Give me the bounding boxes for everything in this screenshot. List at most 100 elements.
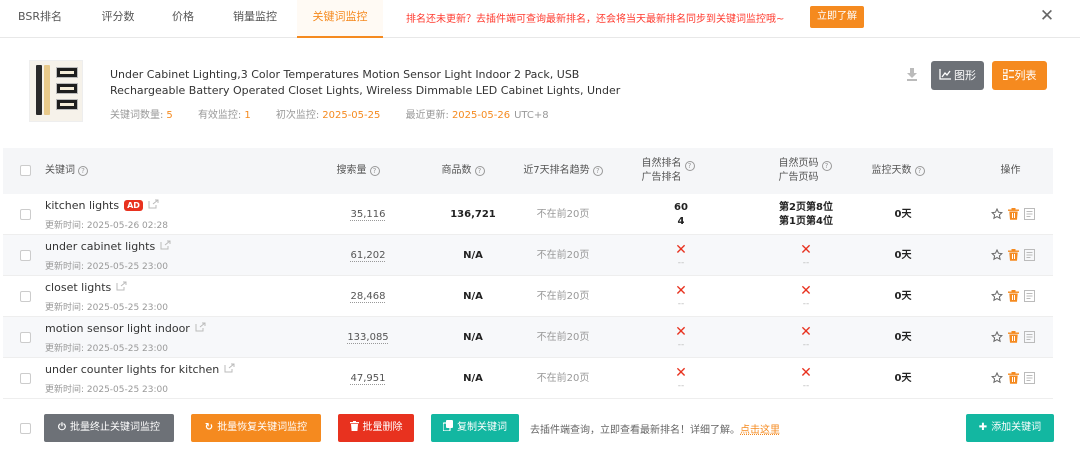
row-actions bbox=[991, 208, 1035, 220]
help-icon[interactable]: ? bbox=[684, 161, 695, 171]
product-count: N/A bbox=[463, 331, 483, 343]
search-volume[interactable]: 35,116 bbox=[351, 208, 386, 222]
external-link-icon[interactable] bbox=[148, 199, 159, 209]
footer-select-all-checkbox[interactable] bbox=[20, 423, 31, 434]
rank-cell: ✕ -- bbox=[631, 276, 731, 317]
note-icon[interactable] bbox=[1024, 290, 1035, 302]
help-icon[interactable]: ? bbox=[78, 166, 88, 176]
copy-keywords-button[interactable]: 复制关键词 bbox=[431, 414, 519, 442]
help-icon[interactable]: ? bbox=[369, 166, 380, 176]
star-icon[interactable] bbox=[991, 249, 1003, 261]
trash-icon[interactable] bbox=[1008, 290, 1019, 302]
header-page[interactable]: 自然页码广告页码? bbox=[755, 148, 855, 194]
header-actions: 操作 bbox=[978, 148, 1043, 194]
batch-delete-button[interactable]: 批量删除 bbox=[338, 414, 414, 442]
keyword-text[interactable]: under cabinet lights bbox=[45, 240, 155, 253]
keyword-count: 5 bbox=[166, 110, 173, 121]
monitor-days: 0天 bbox=[894, 208, 912, 220]
help-icon[interactable]: ? bbox=[821, 161, 832, 171]
tab-price[interactable]: 价格 bbox=[150, 0, 216, 38]
click-here-link[interactable]: 点击这里 bbox=[740, 425, 780, 436]
header-ad-page-label: 广告页码 bbox=[778, 172, 819, 183]
organic-rank: ✕ bbox=[675, 364, 687, 381]
search-volume[interactable]: 133,085 bbox=[347, 331, 388, 345]
batch-stop-monitor-label: 批量终止关键词监控 bbox=[69, 422, 160, 433]
tab-sales-monitor[interactable]: 销量监控 bbox=[216, 0, 294, 38]
header-organic-page-label: 自然页码 bbox=[778, 158, 819, 169]
active-monitor-label: 有效监控: bbox=[197, 110, 242, 121]
ad-rank: -- bbox=[677, 257, 685, 268]
download-icon[interactable] bbox=[906, 67, 918, 81]
header-product-count[interactable]: 商品数? bbox=[413, 148, 513, 194]
note-icon[interactable] bbox=[1024, 372, 1035, 384]
star-icon[interactable] bbox=[991, 372, 1003, 384]
row-checkbox[interactable] bbox=[20, 373, 31, 384]
product-title[interactable]: Under Cabinet Lighting,3 Color Temperatu… bbox=[110, 67, 630, 99]
external-link-icon[interactable] bbox=[116, 281, 127, 291]
note-icon[interactable] bbox=[1024, 331, 1035, 343]
trash-icon[interactable] bbox=[1008, 331, 1019, 343]
search-volume[interactable]: 61,202 bbox=[351, 249, 386, 263]
ad-rank: -- bbox=[677, 339, 685, 350]
header-monitor-days[interactable]: 监控天数? bbox=[853, 148, 943, 194]
row-checkbox[interactable] bbox=[20, 209, 31, 220]
first-monitor-date: 2025-05-25 bbox=[322, 110, 381, 121]
ad-rank: -- bbox=[677, 380, 685, 391]
tab-bsr-rank[interactable]: BSR排名 bbox=[8, 0, 72, 38]
add-keyword-button[interactable]: ✚ 添加关键词 bbox=[966, 414, 1054, 442]
trash-icon[interactable] bbox=[1008, 372, 1019, 384]
tab-bar: BSR排名 评分数 价格 销量监控 关键词监控 排名还未更新？去插件端可查询最新… bbox=[0, 0, 1080, 38]
ad-rank: -- bbox=[677, 298, 685, 309]
keyword-text[interactable]: motion sensor light indoor bbox=[45, 322, 190, 335]
organic-page: ✕ bbox=[800, 323, 812, 340]
organic-rank: 60 bbox=[674, 201, 688, 213]
search-volume[interactable]: 47,951 bbox=[351, 372, 386, 386]
close-icon[interactable]: ✕ bbox=[1038, 6, 1056, 26]
keyword-cell: under counter lights for kitchen bbox=[45, 363, 235, 376]
help-icon[interactable]: ? bbox=[474, 166, 485, 176]
star-icon[interactable] bbox=[991, 331, 1003, 343]
trash-icon[interactable] bbox=[1008, 249, 1019, 261]
note-icon[interactable] bbox=[1024, 249, 1035, 261]
trash-icon[interactable] bbox=[1008, 208, 1019, 220]
product-meta: 关键词数量: 5 有效监控: 1 初次监控: 2025-05-25 最近更新: 2025… bbox=[110, 106, 549, 121]
header-search-volume-label: 搜索量 bbox=[336, 165, 367, 176]
row-checkbox[interactable] bbox=[20, 291, 31, 302]
header-rank[interactable]: 自然排名 广告排名? bbox=[618, 148, 718, 194]
last-update-date: 2025-05-26 bbox=[451, 110, 511, 121]
row-actions bbox=[991, 249, 1035, 261]
product-count: 136,721 bbox=[450, 208, 496, 220]
row-actions bbox=[991, 331, 1035, 343]
footer-note: 去插件端查询，立即查看最新排名！详细了解。点击这里 bbox=[530, 421, 780, 436]
keyword-text[interactable]: under counter lights for kitchen bbox=[45, 363, 219, 376]
search-volume[interactable]: 28,468 bbox=[351, 290, 386, 304]
batch-resume-monitor-label: 批量恢复关键词监控 bbox=[217, 422, 308, 433]
row-checkbox[interactable] bbox=[20, 250, 31, 261]
select-all-checkbox[interactable] bbox=[20, 165, 31, 176]
help-icon[interactable]: ? bbox=[592, 166, 603, 176]
help-icon[interactable]: ? bbox=[914, 166, 925, 176]
chart-view-button[interactable]: 图形 bbox=[931, 61, 984, 90]
external-link-icon[interactable] bbox=[195, 322, 206, 332]
external-link-icon[interactable] bbox=[160, 240, 171, 250]
row-checkbox[interactable] bbox=[20, 332, 31, 343]
batch-resume-monitor-button[interactable]: ↻ 批量恢复关键词监控 bbox=[191, 414, 321, 442]
tab-rating-count[interactable]: 评分数 bbox=[86, 0, 150, 38]
star-icon[interactable] bbox=[991, 290, 1003, 302]
rank-trend: 不在前20页 bbox=[536, 208, 590, 220]
trash-icon bbox=[349, 421, 359, 431]
copy-keywords-label: 复制关键词 bbox=[457, 422, 507, 433]
keyword-text[interactable]: kitchen lights bbox=[45, 199, 119, 212]
header-monitor-days-label: 监控天数 bbox=[871, 165, 912, 176]
header-search-volume[interactable]: 搜索量? bbox=[308, 148, 408, 194]
external-link-icon[interactable] bbox=[224, 363, 235, 373]
organic-page: 第2页第8位 bbox=[779, 201, 833, 213]
keyword-text[interactable]: closet lights bbox=[45, 281, 111, 294]
learn-more-button[interactable]: 立即了解 bbox=[810, 6, 864, 28]
list-view-button[interactable]: 列表 bbox=[992, 61, 1047, 90]
note-icon[interactable] bbox=[1024, 208, 1035, 220]
keyword-cell: under cabinet lights bbox=[45, 240, 171, 253]
batch-stop-monitor-button[interactable]: ⏻ 批量终止关键词监控 bbox=[44, 414, 174, 442]
star-icon[interactable] bbox=[991, 208, 1003, 220]
tab-keyword-monitor[interactable]: 关键词监控 bbox=[297, 0, 383, 38]
